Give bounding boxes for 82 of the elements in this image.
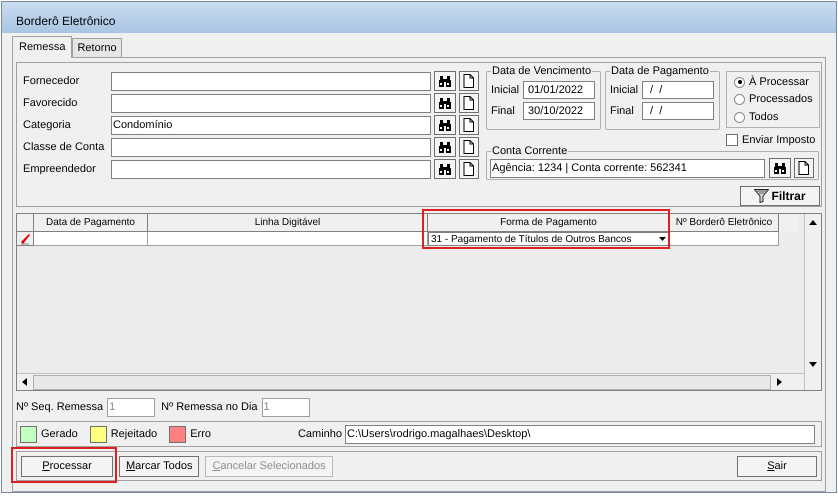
column-header[interactable]: Data de Pagamento [34, 214, 148, 232]
tab[interactable]: Remessa [12, 36, 72, 58]
action-button[interactable]: Processar [21, 456, 113, 476]
scroll-left-icon [22, 378, 27, 386]
input-field[interactable] [111, 138, 431, 156]
new-button[interactable] [459, 93, 479, 113]
search-button[interactable] [769, 158, 791, 178]
column-header[interactable]: Nº Borderô Eletrônico [670, 214, 779, 232]
binoculars-icon [438, 97, 452, 109]
input-field[interactable]: Agência: 1234 | Conta corrente: 562341 [490, 158, 765, 178]
checkbox[interactable] [726, 134, 738, 146]
input-field[interactable] [111, 72, 431, 90]
date-field[interactable]: 30/10/2022 [523, 102, 595, 120]
binoculars-icon [438, 141, 452, 153]
legend-label: Rejeitado [110, 426, 158, 442]
date-field[interactable]: 01/01/2022 [523, 81, 595, 99]
caret-icon [659, 237, 666, 241]
binoculars-icon [438, 75, 452, 87]
field-label: Inicial [610, 82, 640, 98]
document-icon [463, 162, 475, 176]
search-button[interactable] [434, 159, 456, 179]
filter-button[interactable]: Filtrar [740, 186, 820, 206]
dropdown[interactable]: 31 - Pagamento de Títulos de Outros Bancos [428, 232, 670, 246]
radio-button[interactable] [734, 76, 745, 88]
radio-label: À Processar [749, 74, 809, 90]
scroll-down-icon [809, 362, 817, 367]
search-button[interactable] [434, 71, 456, 91]
new-button[interactable] [459, 115, 479, 135]
checkbox-label: Enviar Imposto [742, 133, 816, 148]
legend-label: Erro [190, 426, 211, 442]
row-indicator[interactable] [17, 232, 34, 246]
new-button[interactable] [459, 71, 479, 91]
legend-label: Gerado [41, 426, 78, 442]
radio-label: Processados [749, 92, 813, 108]
search-button[interactable] [434, 137, 456, 157]
pencil-icon [20, 232, 30, 244]
action-button[interactable]: Marcar Todos [119, 456, 200, 476]
search-button[interactable] [434, 93, 456, 113]
window-title: Borderô Eletrônico [16, 12, 116, 30]
path-field[interactable]: C:\Users\rodrigo.magalhaes\Desktop\ [345, 424, 815, 444]
input-field[interactable] [111, 94, 431, 112]
field-label: Categoria [23, 118, 72, 133]
field-label: Caminho [298, 426, 342, 442]
new-button[interactable] [459, 137, 479, 157]
group-title: Conta Corrente [491, 144, 568, 158]
scroll-right-icon [777, 378, 782, 386]
binoculars-icon [438, 163, 452, 175]
document-icon [798, 161, 810, 176]
date-field[interactable]: / / [642, 81, 714, 99]
action-button[interactable]: Sair [737, 456, 817, 476]
new-button[interactable] [459, 159, 479, 179]
tab[interactable]: Retorno [72, 38, 122, 57]
horizontal-scrollbar[interactable] [17, 373, 804, 390]
radio-button[interactable] [734, 112, 745, 122]
document-icon [463, 118, 475, 132]
radio-button[interactable] [734, 94, 745, 105]
search-button[interactable] [434, 115, 456, 135]
scrollbar-thumb[interactable] [33, 374, 771, 390]
document-icon [463, 96, 475, 110]
scroll-up-icon [809, 220, 817, 225]
field-label: Favorecido [23, 96, 78, 111]
vertical-scrollbar[interactable] [804, 214, 821, 390]
document-icon [463, 140, 475, 154]
new-button[interactable] [794, 158, 814, 178]
radio-label: Todos [749, 110, 778, 125]
field-label: Fornecedor [23, 74, 80, 89]
field-label: Inicial [491, 82, 520, 98]
funnel-icon [754, 189, 770, 203]
input-field[interactable] [111, 160, 431, 178]
binoculars-icon [438, 119, 452, 131]
field-label: Final [610, 104, 635, 119]
field-label: Empreendedor [23, 162, 97, 177]
field-label: Nº Remessa no Dia [161, 400, 258, 415]
field-label: Classe de Conta [23, 140, 106, 155]
field-label: Nº Seq. Remessa [16, 400, 104, 415]
document-icon [463, 74, 475, 88]
group-title: Data de Pagamento [610, 64, 710, 78]
date-field[interactable]: / / [642, 102, 714, 120]
binoculars-icon [773, 162, 787, 174]
input-field[interactable]: Condomínio [111, 116, 431, 134]
field-label: Final [491, 104, 516, 119]
column-header[interactable]: Linha Digitável [148, 214, 428, 232]
